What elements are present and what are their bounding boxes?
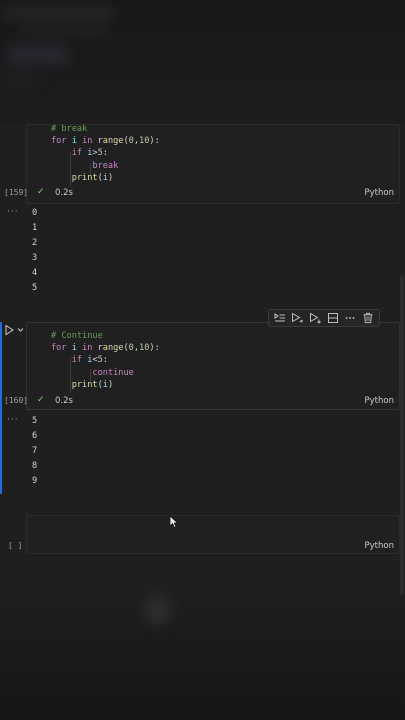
execution-count: [160] bbox=[4, 396, 29, 405]
code-editor[interactable]: # Continue for i in range(0,10): if i<5: … bbox=[51, 330, 160, 391]
code-token: if bbox=[71, 148, 83, 159]
code-token: in bbox=[82, 136, 93, 147]
code-token: if bbox=[71, 355, 83, 366]
blurred-shape bbox=[0, 75, 40, 83]
output-line: 5 bbox=[32, 283, 38, 293]
language-selector[interactable]: Python bbox=[365, 541, 394, 551]
code-line: if i<5: bbox=[51, 354, 160, 366]
split-cell-icon[interactable] bbox=[327, 312, 339, 324]
code-token: for bbox=[51, 343, 67, 354]
output-line: 4 bbox=[32, 268, 38, 278]
code-token: 10 bbox=[139, 343, 150, 354]
code-token: range bbox=[97, 343, 124, 354]
cell-status-bar: [159] ✓ 0.2s Python bbox=[0, 187, 405, 201]
execute-below-button[interactable] bbox=[308, 311, 322, 325]
code-token: in bbox=[82, 343, 93, 354]
output-line: 5 bbox=[32, 416, 38, 426]
code-token: print bbox=[71, 379, 98, 390]
code-token: : bbox=[102, 148, 108, 159]
cell-output: 5 6 7 8 9 bbox=[32, 414, 37, 489]
code-token: i bbox=[66, 136, 83, 147]
language-selector[interactable]: Python bbox=[365, 396, 394, 406]
execute-above-button[interactable] bbox=[290, 311, 304, 325]
code-token: # Continue bbox=[51, 331, 103, 341]
output-line: 8 bbox=[32, 461, 38, 471]
cell-toolbar bbox=[268, 309, 380, 327]
execution-time: 0.2s bbox=[55, 188, 73, 198]
delete-cell-icon[interactable] bbox=[362, 312, 374, 324]
check-icon: ✓ bbox=[37, 187, 45, 197]
split-cell-button[interactable] bbox=[326, 311, 340, 325]
code-line: for i in range(0,10): bbox=[51, 342, 160, 354]
code-token: ) bbox=[107, 172, 114, 183]
mouse-pointer-icon bbox=[169, 515, 179, 529]
code-token: : bbox=[102, 355, 108, 366]
more-actions-button[interactable] bbox=[343, 311, 357, 325]
code-line: print(i) bbox=[51, 172, 160, 184]
code-token: print bbox=[71, 172, 98, 183]
scrollbar-thumb[interactable] bbox=[400, 275, 404, 625]
execution-count: [159] bbox=[4, 188, 29, 197]
code-line: continue bbox=[51, 367, 160, 379]
code-editor[interactable]: # break for i in range(0,10): if i>5: bre… bbox=[51, 123, 160, 184]
code-token: ): bbox=[149, 136, 160, 147]
output-line: 1 bbox=[32, 223, 38, 233]
cell-output: 0 1 2 3 4 5 bbox=[32, 206, 37, 296]
check-icon: ✓ bbox=[37, 395, 45, 405]
output-line: 9 bbox=[32, 476, 38, 486]
code-token: i bbox=[82, 148, 93, 159]
output-more-icon[interactable]: ··· bbox=[7, 415, 19, 425]
delete-cell-button[interactable] bbox=[361, 311, 375, 325]
code-token: # break bbox=[51, 124, 88, 134]
output-more-icon[interactable]: ··· bbox=[7, 207, 19, 217]
code-line: # Continue bbox=[51, 330, 160, 342]
code-token: ) bbox=[107, 379, 114, 390]
blurred-header bbox=[0, 0, 405, 125]
run-cell-button[interactable] bbox=[4, 324, 26, 336]
more-actions-icon[interactable] bbox=[344, 312, 356, 324]
output-line: 3 bbox=[32, 253, 38, 263]
blurred-shape bbox=[8, 45, 68, 65]
blurred-shape bbox=[4, 8, 114, 18]
blurred-shape bbox=[20, 26, 110, 34]
code-token: i bbox=[66, 343, 83, 354]
screen: # break for i in range(0,10): if i>5: bre… bbox=[0, 0, 405, 720]
output-line: 2 bbox=[32, 238, 38, 248]
execute-above-icon[interactable] bbox=[291, 312, 303, 324]
cell-status-bar: [160] ✓ 0.2s Python bbox=[0, 395, 405, 409]
output-line: 6 bbox=[32, 431, 38, 441]
code-line: # break bbox=[51, 123, 160, 135]
code-line: print(i) bbox=[51, 379, 160, 391]
blurred-shape bbox=[145, 595, 171, 625]
code-token: 10 bbox=[139, 136, 150, 147]
code-line: for i in range(0,10): bbox=[51, 135, 160, 147]
code-line: if i>5: bbox=[51, 147, 160, 159]
output-line: 7 bbox=[32, 446, 38, 456]
cell-status-bar: [ ] Python bbox=[0, 540, 405, 554]
language-selector[interactable]: Python bbox=[365, 188, 394, 198]
code-token: ): bbox=[149, 343, 160, 354]
code-token: break bbox=[92, 160, 119, 171]
blurred-footer bbox=[0, 595, 405, 720]
code-token: for bbox=[51, 136, 67, 147]
run-by-line-icon[interactable] bbox=[274, 312, 286, 324]
execution-time: 0.2s bbox=[55, 396, 73, 406]
code-token: i bbox=[82, 355, 93, 366]
code-line: break bbox=[51, 160, 160, 172]
execution-count: [ ] bbox=[8, 541, 23, 550]
run-icon[interactable] bbox=[4, 324, 26, 336]
code-token: continue bbox=[92, 367, 134, 378]
code-token: range bbox=[97, 136, 124, 147]
execute-below-icon[interactable] bbox=[309, 312, 321, 324]
run-by-line-button[interactable] bbox=[273, 311, 287, 325]
output-line: 0 bbox=[32, 208, 38, 218]
